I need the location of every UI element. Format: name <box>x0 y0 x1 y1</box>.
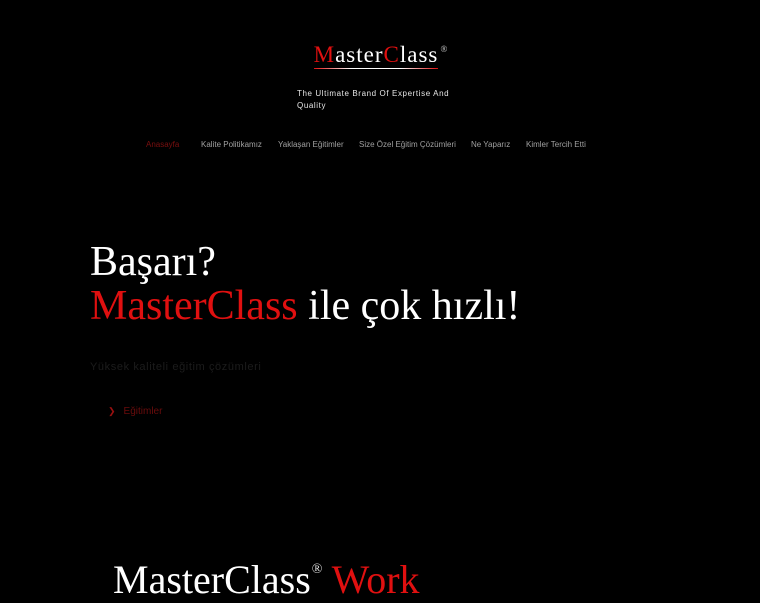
work-section-heading: MasterClass® Work <box>113 556 420 603</box>
logo-registered-mark: ® <box>440 44 449 54</box>
nav-item-ne-yapariz[interactable]: Ne Yaparız <box>471 140 510 149</box>
logo-initial-m: M <box>313 42 336 67</box>
logo-initial-c: C <box>383 42 400 67</box>
nav-item-size-ozel-egitim[interactable]: Size Özel Eğitim Çözümleri <box>359 140 456 149</box>
nav-item-kimler-tercih-etti[interactable]: Kimler Tercih Etti <box>526 140 586 149</box>
work-registered-mark: ® <box>311 562 323 577</box>
egitimler-link[interactable]: ❯ Eğitimler <box>108 406 162 417</box>
work-word: Work <box>322 557 420 602</box>
nav-item-kalite-politikamiz[interactable]: Kalite Politikamız <box>201 140 262 149</box>
logo-text-aster: aster <box>335 42 384 67</box>
egitimler-link-label: Eğitimler <box>123 406 163 417</box>
logo-underline <box>313 68 439 69</box>
hero-heading-rest: ile çok hızlı! <box>297 283 521 329</box>
hero-heading-line2: MasterClass ile çok hızlı! <box>90 282 520 330</box>
nav-item-yaklasan-egitimler[interactable]: Yaklaşan Eğitimler <box>278 140 344 149</box>
hero-heading-line1: Başarı? <box>90 239 216 285</box>
nav-item-anasayfa[interactable]: Anasayfa <box>146 140 179 149</box>
site-logo[interactable]: MasterClass ® <box>0 42 760 69</box>
main-nav: Anasayfa Kalite Politikamız Yaklaşan Eği… <box>0 140 760 152</box>
hero-subtitle: Yüksek kaliteli eğitim çözümleri <box>90 361 262 373</box>
logo-text-lass: lass <box>399 42 439 67</box>
site-tagline: The Ultimate Brand Of Expertise And Qual… <box>297 89 450 110</box>
work-brand-text: MasterClass <box>113 557 311 602</box>
chevron-right-icon: ❯ <box>108 406 116 416</box>
hero-brand-text: MasterClass <box>90 283 298 329</box>
